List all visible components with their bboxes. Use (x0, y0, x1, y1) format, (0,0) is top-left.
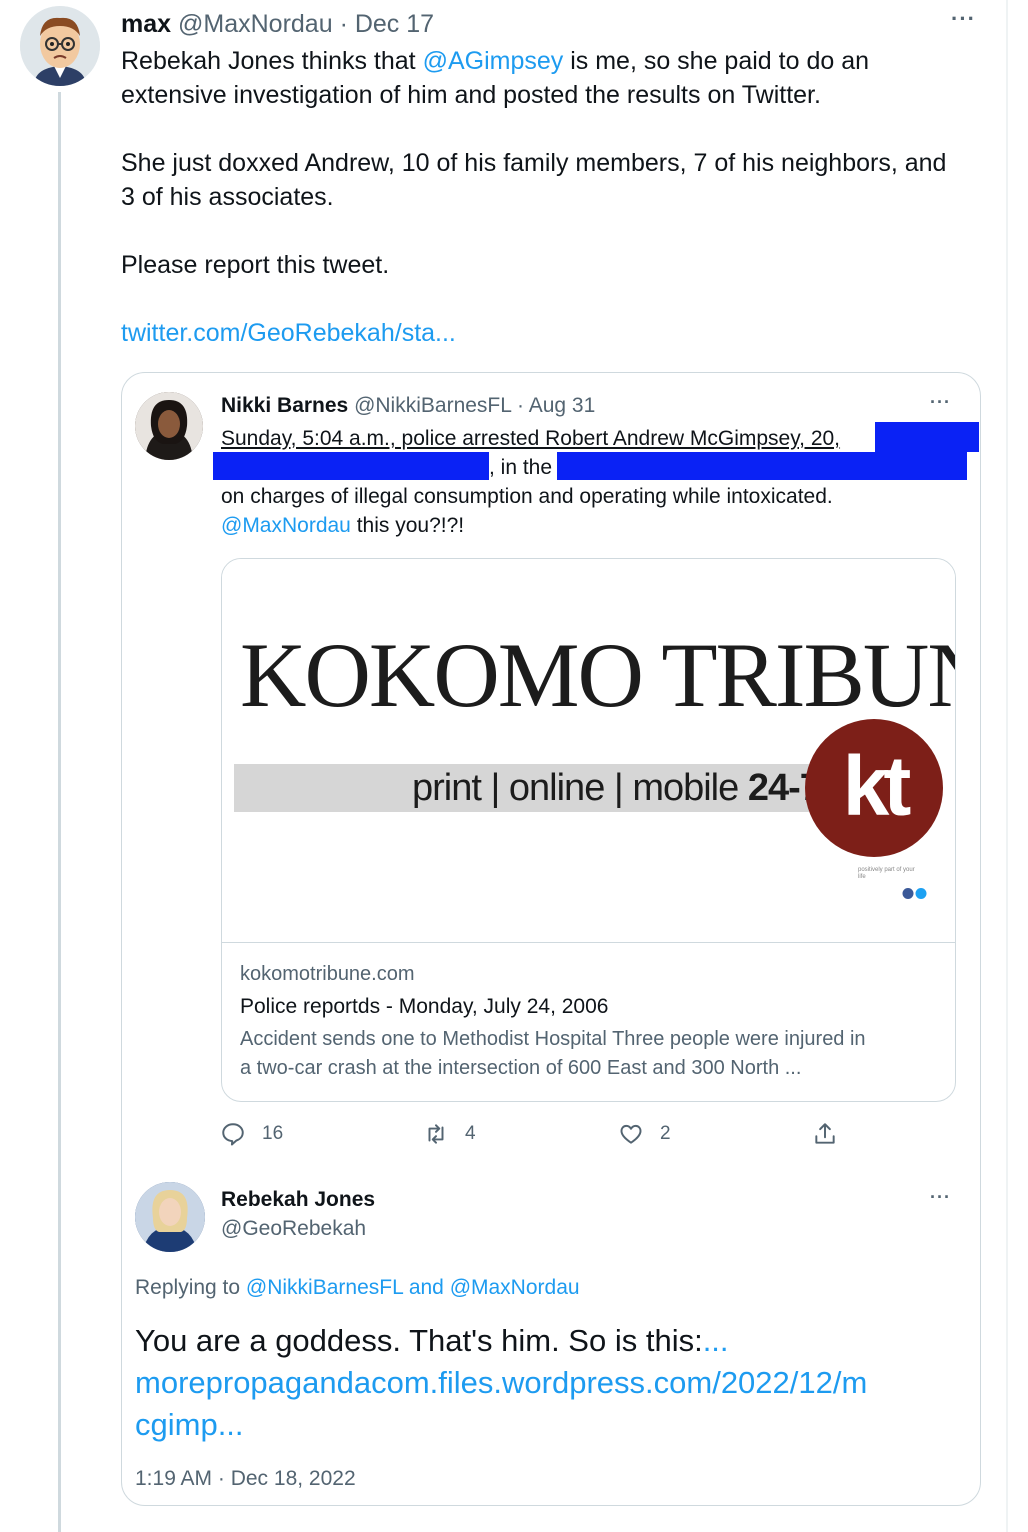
truncation-ellipsis: ... (702, 1323, 729, 1358)
link-domain: kokomotribune.com (240, 963, 415, 985)
tweet-line: extensive investigation of him and poste… (121, 81, 821, 109)
logo-tagline-text: print | online | mobile (412, 767, 739, 809)
tweet-text-segment: Rebekah Jones thinks that (121, 47, 423, 75)
quoted-author-handle[interactable]: @NikkiBarnesFL (354, 394, 511, 417)
tweet-actions: 16 4 2 (220, 1118, 860, 1150)
tweet-date[interactable]: Dec 17 (355, 10, 434, 38)
social-icons (902, 888, 927, 899)
retweet-button[interactable]: 4 (423, 1118, 476, 1150)
cartoon-avatar-icon (20, 6, 100, 86)
redaction-block (557, 452, 967, 480)
reply-button[interactable]: 16 (220, 1118, 283, 1150)
quoted-text-line: , in the (489, 456, 553, 479)
quoted-text-line: on charges of illegal consumption and op… (221, 485, 833, 508)
quoted-tweet-header: Nikki Barnes @NikkiBarnesFL · Aug 31 (221, 392, 595, 420)
redaction-block (213, 452, 489, 480)
author-handle[interactable]: @MaxNordau (178, 10, 333, 38)
retweet-count: 4 (465, 1123, 476, 1144)
reply-text: You are a goddess. That's him. So is thi… (135, 1323, 703, 1358)
reply-tweet-text: You are a goddess. That's him. So is thi… (135, 1320, 965, 1446)
heart-icon (620, 1124, 642, 1144)
like-button[interactable]: 2 (618, 1118, 671, 1150)
link-preview-card[interactable]: KOKOMO TRIBUNE print | online | mobile 2… (221, 558, 956, 1102)
redaction-block (875, 422, 979, 452)
mention-link[interactable]: @MaxNordau (221, 514, 351, 537)
tweet-line: Rebekah Jones thinks that @AGimpsey is m… (121, 44, 1001, 78)
reply-timestamp[interactable]: 1:19 AM · Dec 18, 2022 (135, 1464, 356, 1494)
kokomo-tribune-logo-title: KOKOMO TRIBUNE (240, 624, 955, 726)
tweet-header: max @MaxNordau · Dec 17 (121, 8, 434, 40)
replying-to: Replying to @NikkiBarnesFL and @MaxNorda… (135, 1274, 580, 1302)
link-title: Police reportds - Monday, July 24, 2006 (240, 995, 609, 1018)
author-avatar[interactable] (20, 6, 100, 86)
author-name[interactable]: max (121, 10, 171, 38)
person-photo-icon (135, 1182, 205, 1252)
tweet-line: She just doxxed Andrew, 10 of his family… (121, 149, 947, 177)
retweet-icon (428, 1124, 444, 1144)
link-preview-info: kokomotribune.com Police reportds - Mond… (240, 959, 940, 1083)
external-link[interactable]: morepropagandacom.files.wordpress.com/20… (135, 1362, 965, 1404)
tweet-text: Rebekah Jones thinks that @AGimpsey is m… (121, 44, 1001, 350)
more-options-icon[interactable]: ··· (930, 392, 951, 413)
reply-author-avatar[interactable] (135, 1182, 205, 1252)
more-options-icon[interactable]: ··· (930, 1187, 951, 1208)
link-description: Accident sends one to Methodist Hospital… (240, 1025, 940, 1083)
quoted-text-segment: this you?!?! (350, 514, 465, 537)
quoted-tweet-link[interactable]: twitter.com/GeoRebekah/sta... (121, 319, 456, 347)
mention-link[interactable]: @AGimpsey (423, 47, 564, 75)
link-description-line: a two-car crash at the intersection of 6… (240, 1057, 802, 1079)
reply-author-name[interactable]: Rebekah Jones (221, 1186, 375, 1214)
quoted-tweet-text: Sunday, 5:04 a.m., police arrested Rober… (221, 424, 981, 540)
replying-to-mentions[interactable]: @NikkiBarnesFL and @MaxNordau (246, 1276, 580, 1299)
more-options-icon[interactable]: ··· (951, 6, 976, 32)
tweet-text-segment: is me, so she paid to do an (563, 47, 870, 75)
reply-icon (222, 1123, 244, 1146)
quoted-tweet-date[interactable]: Aug 31 (529, 394, 596, 417)
quoted-author-name[interactable]: Nikki Barnes (221, 394, 348, 417)
kt-badge-logo: kt (805, 719, 943, 857)
tweet-line: 3 of his associates. (121, 183, 334, 211)
replying-to-prefix: Replying to (135, 1276, 246, 1299)
logo-small-print: positively part of your life (858, 867, 915, 880)
share-icon (815, 1123, 835, 1144)
logo-tagline: print | online | mobile 24-7 (412, 764, 821, 812)
tweet-line: Please report this tweet. (121, 251, 390, 279)
reply-count: 16 (262, 1123, 284, 1144)
reply-author-handle[interactable]: @GeoRebekah (221, 1215, 366, 1243)
share-button[interactable] (812, 1118, 854, 1150)
kt-badge-text: kt (842, 739, 912, 833)
header-separator: · (339, 10, 348, 38)
quoted-author-avatar[interactable] (135, 392, 203, 460)
person-photo-icon (135, 392, 203, 460)
thread-connector-line (58, 92, 61, 1532)
like-count: 2 (660, 1123, 671, 1144)
link-description-line: Accident sends one to Methodist Hospital… (240, 1028, 866, 1050)
link-preview-image: KOKOMO TRIBUNE print | online | mobile 2… (222, 559, 955, 943)
external-link-continued[interactable]: cgimp... (135, 1404, 965, 1446)
header-separator: · (517, 394, 525, 417)
timeline-divider (1006, 0, 1008, 1532)
quoted-text-line: Sunday, 5:04 a.m., police arrested Rober… (221, 427, 841, 450)
